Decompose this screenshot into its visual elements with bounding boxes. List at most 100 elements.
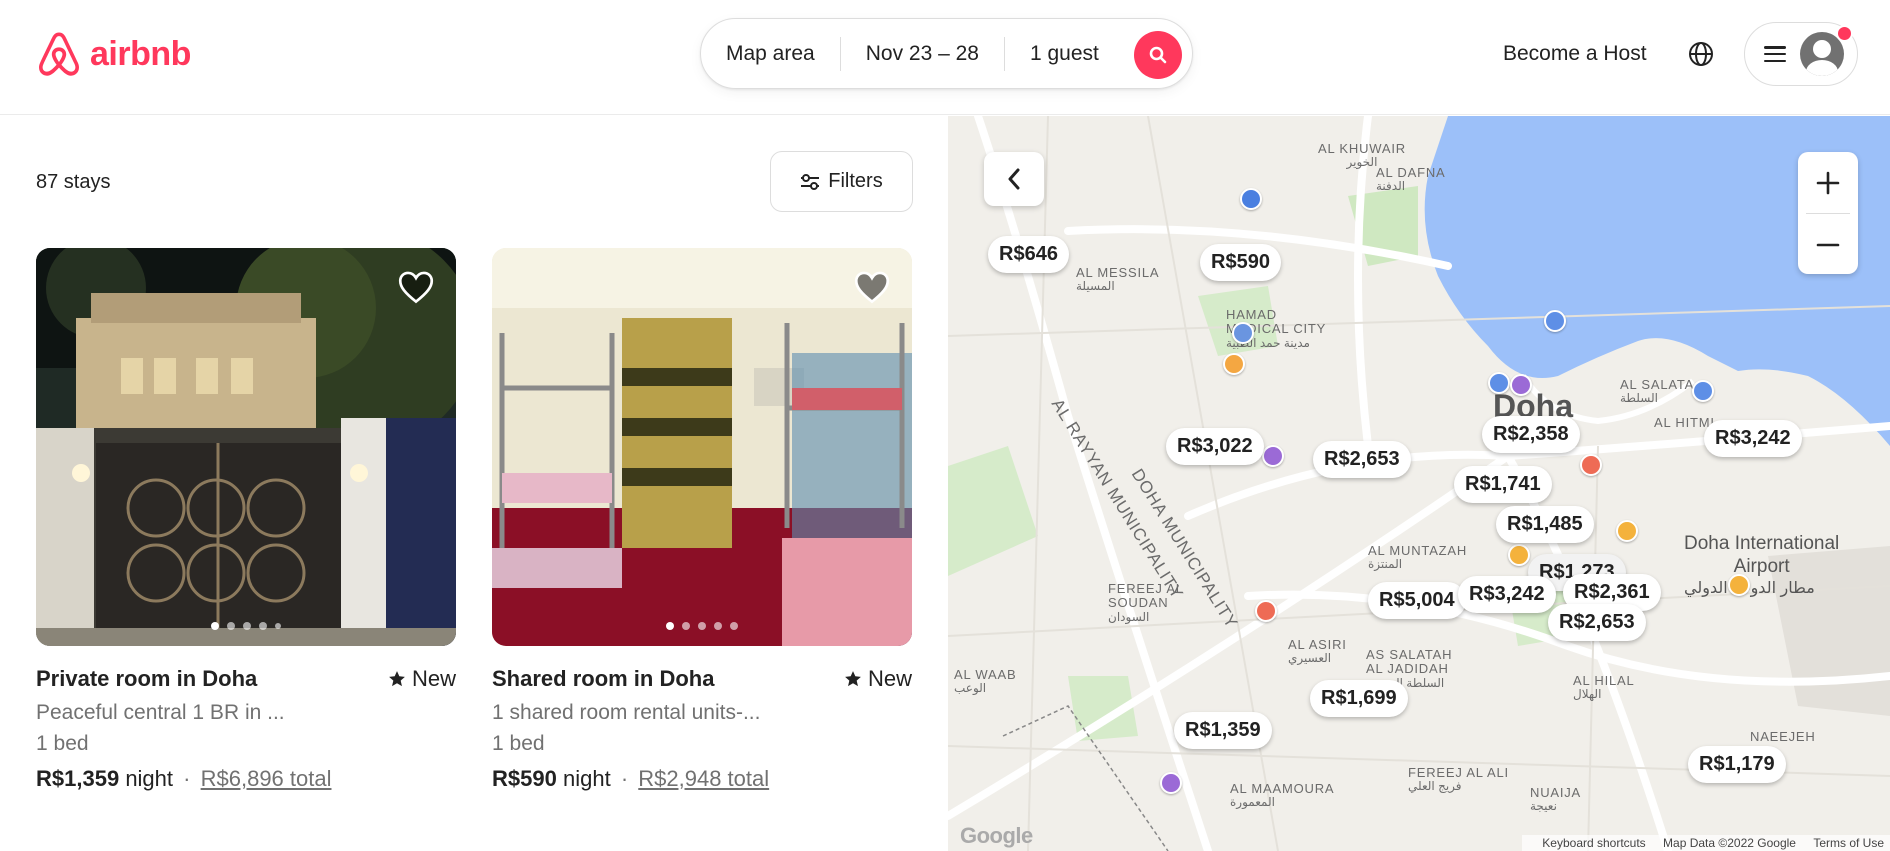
map-label-al-muntazah: AL MUNTAZAH المنتزة xyxy=(1368,543,1468,572)
map-label-al-messila: AL MESSILA المسيلة xyxy=(1076,265,1160,294)
listing-rating: New xyxy=(388,666,456,692)
map-price-pin[interactable]: R$2,653 xyxy=(1313,441,1411,478)
map-label-al-asiri: AL ASIRI العسيري xyxy=(1288,637,1347,666)
listing-photo[interactable] xyxy=(36,248,456,646)
map-data-attribution: Map Data ©2022 Google xyxy=(1663,836,1796,850)
photo-dots xyxy=(36,622,456,630)
airbnb-logo-icon xyxy=(39,32,79,76)
map-label-nuaija: NUAIJA نعيجة xyxy=(1530,785,1582,814)
map-price-pin[interactable]: R$5,004 xyxy=(1368,582,1466,619)
zoom-in-button[interactable] xyxy=(1798,152,1858,213)
map-price-pin[interactable]: R$3,022 xyxy=(1166,428,1264,465)
search-button[interactable] xyxy=(1134,31,1182,79)
chevron-left-icon xyxy=(1008,168,1020,190)
airport-poi-icon[interactable] xyxy=(1728,574,1750,596)
listing-title: Shared room in Doha xyxy=(492,666,715,691)
map-price-pin[interactable]: R$1,741 xyxy=(1454,466,1552,503)
search-icon xyxy=(1149,46,1167,64)
price-total[interactable]: R$2,948 total xyxy=(638,766,769,791)
attraction-poi-icon[interactable] xyxy=(1616,520,1638,542)
rating-label: New xyxy=(867,666,912,691)
search-guests[interactable]: 1 guest xyxy=(1005,42,1124,66)
map-price-pin[interactable]: R$646 xyxy=(988,236,1069,273)
price-total[interactable]: R$6,896 total xyxy=(201,766,332,791)
listing-subtitle: Peaceful central 1 BR in ... xyxy=(36,701,285,724)
logo-text: airbnb xyxy=(90,34,191,73)
house-gate-photo xyxy=(36,248,456,646)
map-price-pin[interactable]: R$3,242 xyxy=(1458,576,1556,613)
museum-poi-icon[interactable] xyxy=(1544,310,1566,332)
map-label-al-maamoura: AL MAAMOURA المعمورة xyxy=(1230,781,1335,810)
bunk-room-photo xyxy=(492,248,912,646)
listing-subtitle: 1 shared room rental units-... xyxy=(492,701,761,724)
filters-button[interactable]: Filters xyxy=(770,151,913,212)
map-price-pin[interactable]: R$2,358 xyxy=(1482,416,1580,453)
hamburger-icon xyxy=(1764,46,1786,62)
museum-poi-icon[interactable] xyxy=(1692,380,1714,402)
shopping-poi-icon[interactable] xyxy=(1508,544,1530,566)
zoom-controls xyxy=(1798,152,1858,274)
notification-dot xyxy=(1836,25,1853,42)
listing-beds: 1 bed xyxy=(36,732,89,755)
map-label-fereej-al-soudan: FEREEJ AL SOUDAN السودان xyxy=(1108,581,1184,624)
map-price-pin[interactable]: R$1,485 xyxy=(1496,506,1594,543)
listing-title: Private room in Doha xyxy=(36,666,258,691)
listing-photo[interactable] xyxy=(492,248,912,646)
map-label-fereej-al-ali: FEREEJ AL ALI فريج العلي xyxy=(1408,765,1509,794)
rating-label: New xyxy=(411,666,456,691)
map-footer: Keyboard shortcuts Map Data ©2022 Google… xyxy=(1522,835,1890,851)
listing-price: R$1,359 night · R$6,896 total xyxy=(36,766,332,791)
museum-poi-icon[interactable] xyxy=(1488,372,1510,394)
landmark-poi-icon[interactable] xyxy=(1160,772,1182,794)
hospital-poi-icon[interactable] xyxy=(1232,322,1254,344)
heart-icon[interactable] xyxy=(854,270,890,304)
listing-card[interactable]: Shared room in Doha New 1 shared room re… xyxy=(492,248,912,791)
map-label-al-salata: AL SALATA السلطة xyxy=(1620,377,1695,406)
map-label-al-hilal: AL HILAL الهلال xyxy=(1573,673,1635,702)
map-price-pin[interactable]: R$1,179 xyxy=(1688,746,1786,783)
price-unit: night xyxy=(562,766,611,791)
search-bar[interactable]: Map area Nov 23 – 28 1 guest xyxy=(700,18,1193,89)
price-amount: R$1,359 xyxy=(36,766,120,791)
map-price-pin[interactable]: R$1,699 xyxy=(1310,680,1408,717)
map-label-airport: Doha International Airport مطار الدوحة الد… xyxy=(1684,533,1840,597)
landmark-poi-icon[interactable] xyxy=(1262,445,1284,467)
minus-icon xyxy=(1816,243,1840,246)
keyboard-shortcuts-link[interactable]: Keyboard shortcuts xyxy=(1542,836,1645,850)
map-price-pin[interactable]: R$1,359 xyxy=(1174,712,1272,749)
airbnb-logo[interactable]: airbnb xyxy=(36,30,191,78)
map-label-al-dafna: AL DAFNA الدفنة xyxy=(1376,165,1446,194)
map-price-pin[interactable]: R$2,653 xyxy=(1548,604,1646,641)
star-icon xyxy=(389,671,405,687)
price-amount: R$590 xyxy=(492,766,557,791)
map-panel[interactable]: AL KHUWAIR الخوير AL DAFNA الدفنة AL MESSI… xyxy=(948,116,1890,851)
map-base xyxy=(948,116,1890,851)
bus-poi-icon[interactable] xyxy=(1240,188,1262,210)
collapse-map-button[interactable] xyxy=(984,152,1044,206)
terms-link[interactable]: Terms of Use xyxy=(1813,836,1884,850)
star-icon xyxy=(845,671,861,687)
listing-price: R$590 night · R$2,948 total xyxy=(492,766,770,791)
filters-icon xyxy=(801,173,820,190)
google-logo: Google xyxy=(960,823,1033,848)
search-location[interactable]: Map area xyxy=(701,42,840,66)
become-host-link[interactable]: Become a Host xyxy=(1503,42,1647,66)
photo-dots xyxy=(492,622,912,630)
restaurant-poi-icon[interactable] xyxy=(1255,600,1277,622)
search-dates[interactable]: Nov 23 – 28 xyxy=(841,42,1004,66)
map-price-pin[interactable]: R$590 xyxy=(1200,244,1281,281)
map-price-pin[interactable]: R$3,242 xyxy=(1704,420,1802,457)
shopping-poi-icon[interactable] xyxy=(1580,454,1602,476)
globe-icon[interactable] xyxy=(1688,41,1714,67)
shopping-poi-icon[interactable] xyxy=(1223,353,1245,375)
top-header: airbnb Map area Nov 23 – 28 1 guest Beco… xyxy=(0,0,1890,115)
plus-icon xyxy=(1816,171,1840,194)
map-label-al-waab: AL WAAB الوعب xyxy=(954,667,1017,696)
listing-beds: 1 bed xyxy=(492,732,545,755)
landmark-poi-icon[interactable] xyxy=(1510,374,1532,396)
zoom-out-button[interactable] xyxy=(1798,214,1858,275)
filters-label: Filters xyxy=(828,170,883,192)
heart-icon[interactable] xyxy=(398,270,434,304)
listing-card[interactable]: Private room in Doha New Peaceful centra… xyxy=(36,248,456,791)
price-unit: night xyxy=(125,766,174,791)
